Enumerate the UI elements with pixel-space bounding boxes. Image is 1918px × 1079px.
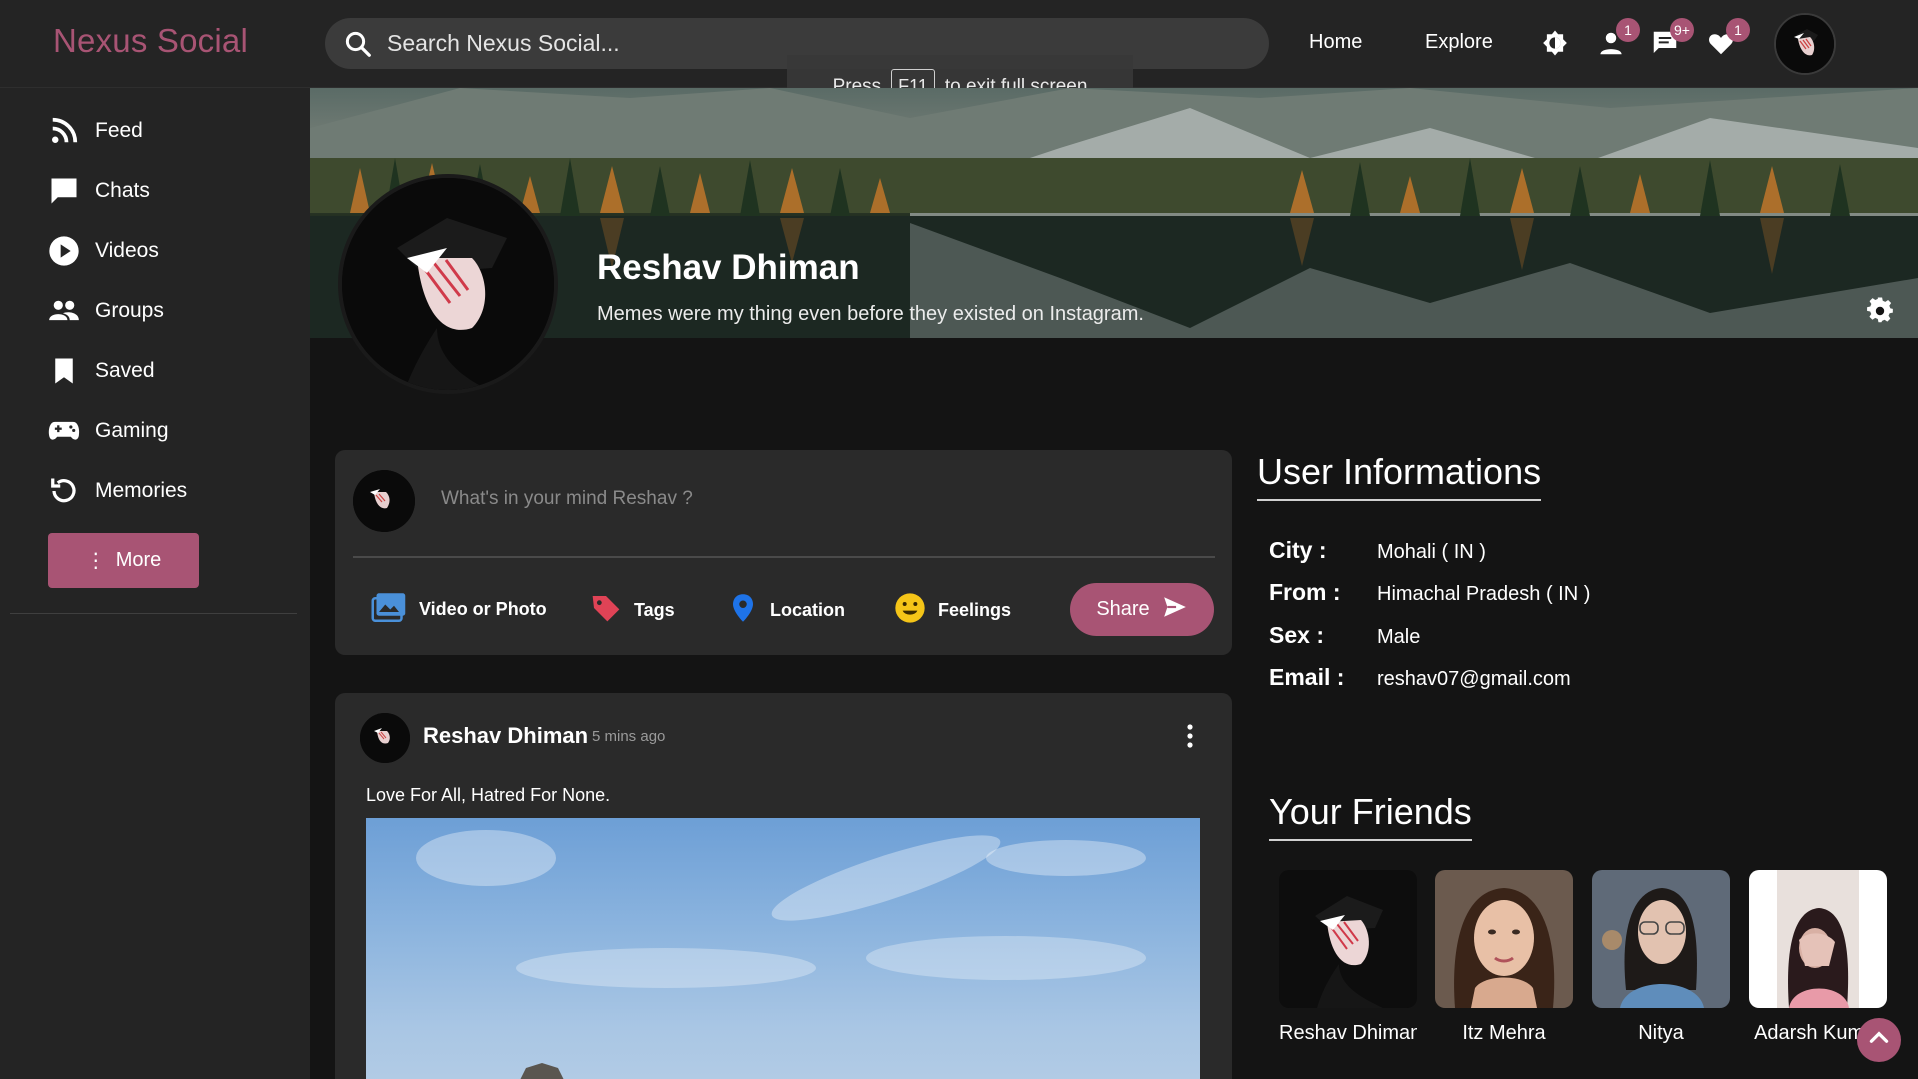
- friend-avatar: [1279, 870, 1417, 1008]
- search-input[interactable]: Search Nexus Social...: [387, 30, 620, 57]
- scroll-to-top-button[interactable]: [1857, 1018, 1901, 1062]
- friend-requests-badge: 1: [1616, 18, 1640, 42]
- messages-icon[interactable]: 9+: [1650, 18, 1694, 60]
- info-row-from: From : Himachal Pradesh ( IN ): [1269, 579, 1590, 606]
- search-icon: [343, 29, 373, 59]
- user-info-title: User Informations: [1257, 451, 1542, 501]
- sidebar-item-label: Chats: [95, 179, 150, 202]
- sidebar-item-label: Memories: [95, 479, 188, 502]
- post-image[interactable]: [366, 818, 1200, 1079]
- composer-action-feelings[interactable]: Feelings: [894, 592, 1011, 629]
- brand-logo[interactable]: Nexus Social: [53, 22, 248, 60]
- location-pin-icon: [728, 592, 758, 629]
- sidebar-item-gaming[interactable]: Gaming: [48, 415, 169, 447]
- send-icon: [1162, 594, 1188, 626]
- info-value: reshav07@gmail.com: [1377, 668, 1571, 690]
- nav-explore-link[interactable]: Explore: [1425, 31, 1493, 54]
- smiley-icon: [894, 592, 926, 629]
- composer-divider: [353, 556, 1215, 558]
- sidebar-item-memories[interactable]: Memories: [48, 475, 187, 507]
- chat-icon: [48, 175, 80, 207]
- sidebar-item-label: Videos: [95, 239, 159, 262]
- notifications-heart-icon[interactable]: 1: [1706, 18, 1750, 60]
- composer-action-label: Tags: [634, 600, 675, 620]
- feed-post: Reshav Dhiman 5 mins ago Love For All, H…: [335, 693, 1232, 1079]
- info-value: Mohali ( IN ): [1377, 541, 1486, 563]
- groups-icon: [48, 295, 80, 327]
- info-key: Email :: [1269, 664, 1345, 690]
- tag-icon: [590, 592, 622, 629]
- sidebar-item-label: Feed: [95, 119, 143, 142]
- info-key: From :: [1269, 579, 1341, 605]
- sidebar-item-groups[interactable]: Groups: [48, 295, 164, 327]
- post-author-avatar[interactable]: [360, 713, 410, 763]
- friend-card[interactable]: Itz Mehra: [1435, 870, 1573, 1045]
- friend-requests-icon[interactable]: 1: [1596, 18, 1640, 60]
- more-button-label: More: [115, 549, 162, 571]
- composer-input[interactable]: What's in your mind Reshav ?: [441, 488, 693, 510]
- info-key: City :: [1269, 537, 1327, 563]
- friend-avatar: [1592, 870, 1730, 1008]
- composer-action-location[interactable]: Location: [728, 592, 845, 629]
- post-author-name[interactable]: Reshav Dhiman: [423, 723, 588, 749]
- profile-name: Reshav Dhiman: [597, 248, 860, 287]
- sidebar-item-chats[interactable]: Chats: [48, 175, 150, 207]
- rss-icon: [48, 115, 80, 147]
- sidebar-item-saved[interactable]: Saved: [48, 355, 155, 387]
- post-timestamp: 5 mins ago: [592, 728, 666, 745]
- share-button[interactable]: Share: [1070, 583, 1214, 636]
- more-button[interactable]: ⋮ More: [48, 533, 199, 588]
- theme-toggle-icon[interactable]: [1540, 28, 1572, 60]
- notifications-badge: 1: [1726, 18, 1750, 42]
- sidebar-divider: [10, 613, 297, 614]
- info-value: Himachal Pradesh ( IN ): [1377, 583, 1591, 605]
- composer-action-label: Video or Photo: [419, 599, 547, 619]
- info-row-sex: Sex : Male: [1269, 622, 1420, 649]
- friend-name: Reshav Dhiman: [1279, 1022, 1417, 1044]
- info-row-email: Email : reshav07@gmail.com: [1269, 664, 1571, 691]
- friend-name: Nitya: [1638, 1022, 1684, 1044]
- sidebar-item-label: Groups: [95, 299, 164, 322]
- sidebar-item-videos[interactable]: Videos: [48, 235, 159, 267]
- history-icon: [48, 475, 80, 507]
- sidebar-item-label: Gaming: [95, 419, 169, 442]
- more-dots-icon: ⋮: [85, 550, 106, 572]
- photo-icon: [371, 592, 407, 627]
- post-composer: What's in your mind Reshav ? Video or Ph…: [335, 450, 1232, 655]
- nav-home-link[interactable]: Home: [1309, 31, 1362, 54]
- gear-icon[interactable]: [1866, 297, 1894, 325]
- gamepad-icon: [48, 415, 80, 447]
- friend-card[interactable]: Reshav Dhiman: [1279, 870, 1417, 1045]
- bookmark-icon: [48, 355, 80, 387]
- info-value: Male: [1377, 626, 1421, 648]
- chevron-up-icon: [1866, 1025, 1892, 1056]
- friend-name: Itz Mehra: [1462, 1022, 1546, 1044]
- share-button-label: Share: [1096, 598, 1150, 620]
- messages-badge: 9+: [1670, 18, 1694, 42]
- sidebar-item-feed[interactable]: Feed: [48, 115, 143, 147]
- post-options-icon[interactable]: [1185, 723, 1195, 749]
- composer-action-photo[interactable]: Video or Photo: [371, 592, 547, 627]
- friend-avatar: [1435, 870, 1573, 1008]
- info-key: Sex :: [1269, 622, 1324, 648]
- user-avatar-menu[interactable]: [1774, 13, 1836, 75]
- sidebar-item-label: Saved: [95, 359, 155, 382]
- play-circle-icon: [48, 235, 80, 267]
- profile-avatar[interactable]: [338, 174, 558, 394]
- composer-action-label: Location: [770, 600, 845, 620]
- friend-card[interactable]: Nitya: [1592, 870, 1730, 1045]
- left-sidebar: Feed Chats Videos Groups Saved Gaming Me…: [0, 88, 310, 1079]
- info-row-city: City : Mohali ( IN ): [1269, 537, 1486, 564]
- friend-card[interactable]: Adarsh Kumar: [1749, 870, 1887, 1045]
- friends-title: Your Friends: [1269, 791, 1472, 841]
- post-image-sky: [416, 830, 1146, 1079]
- composer-action-label: Feelings: [938, 600, 1012, 620]
- friend-avatar: [1749, 870, 1887, 1008]
- profile-bio: Memes were my thing even before they exi…: [597, 303, 1144, 325]
- composer-avatar: [353, 470, 415, 532]
- post-text: Love For All, Hatred For None.: [366, 785, 611, 805]
- composer-action-tags[interactable]: Tags: [590, 592, 675, 629]
